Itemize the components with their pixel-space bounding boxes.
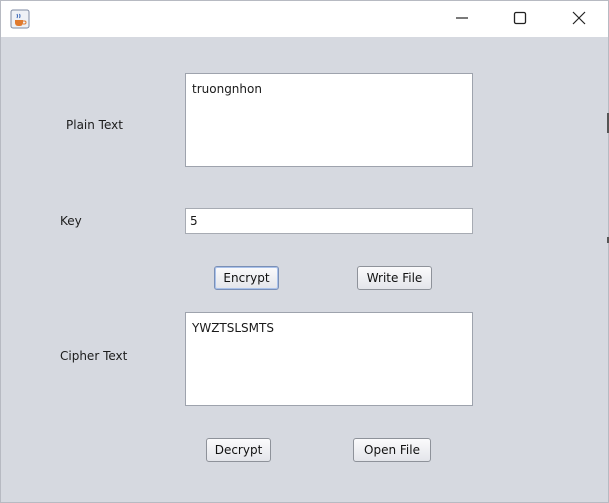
write-file-button[interactable]: Write File [357, 266, 432, 290]
app-window: Plain Text truongnhon Key 5 Encrypt Writ… [0, 0, 609, 503]
minimize-button[interactable] [433, 1, 491, 37]
close-icon [572, 10, 586, 29]
open-file-button[interactable]: Open File [353, 438, 431, 462]
maximize-icon [513, 10, 527, 29]
java-cup-icon[interactable] [10, 9, 30, 29]
cipher-text-area[interactable]: YWZTSLSMTS [185, 312, 473, 406]
key-field[interactable]: 5 [185, 208, 473, 234]
cipher-text-label: Cipher Text [60, 349, 128, 363]
decrypt-button[interactable]: Decrypt [206, 438, 271, 462]
close-button[interactable] [550, 1, 608, 37]
plain-text-area[interactable]: truongnhon [185, 73, 473, 167]
minimize-icon [455, 10, 469, 29]
key-label: Key [60, 214, 82, 228]
title-bar[interactable] [1, 1, 608, 37]
maximize-button[interactable] [491, 1, 549, 37]
plain-text-label: Plain Text [66, 118, 123, 132]
encrypt-button[interactable]: Encrypt [214, 266, 279, 290]
